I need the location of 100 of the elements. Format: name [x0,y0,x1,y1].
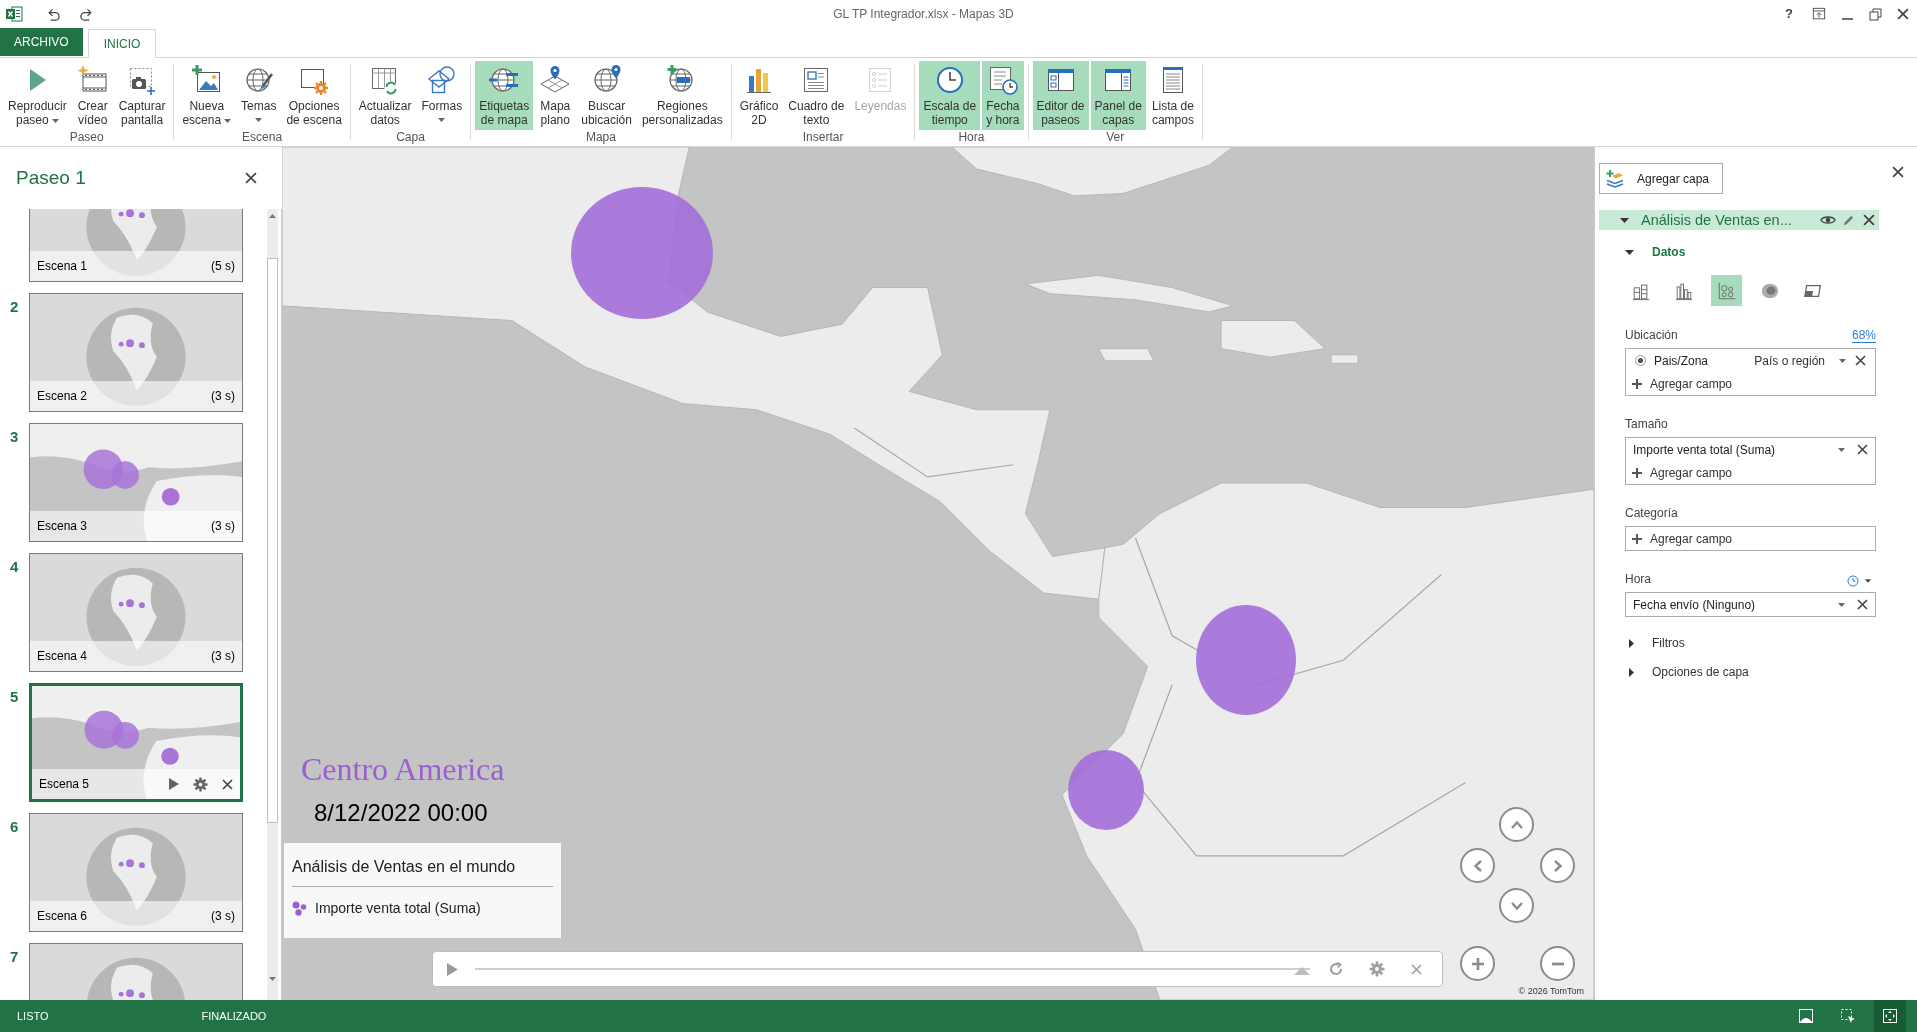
triangle-down-icon[interactable] [1620,217,1629,223]
layer-header[interactable]: Análisis de Ventas en... [1599,210,1879,230]
scene-thumbnail[interactable]: Escena 6 (3 s) [29,813,243,932]
map-attribution: © 2026 TomTom [1518,986,1584,997]
section-toggle[interactable]: Opciones de capa [1625,664,1749,680]
close-icon[interactable] [1897,8,1909,20]
ribbon-button[interactable]: Formas [417,61,467,130]
ribbon-button[interactable]: Editor de paseos [1032,61,1089,130]
ribbon-button[interactable]: Reproducir paseo [4,61,71,130]
ribbon-button[interactable]: Buscar ubicación [577,61,636,130]
clock-icon[interactable] [1847,575,1859,587]
help-button[interactable]: ? [1785,6,1793,22]
redo-icon[interactable] [80,6,95,22]
scrollbar-thumb[interactable] [267,258,278,823]
scene-duration: (3 s) [211,909,235,923]
ribbon-group-label: Insertar [802,130,844,146]
bubble-marker [138,992,145,999]
field-well[interactable]: Fecha envío (Ninguno) [1625,592,1876,617]
view-button[interactable] [1874,1000,1906,1032]
caret-icon[interactable] [1838,602,1845,607]
caret-icon[interactable] [1838,447,1845,452]
add-field-button[interactable]: Agregar campo [1632,465,1733,480]
close-icon[interactable] [1892,166,1904,178]
pencil-icon[interactable] [1842,213,1855,227]
ribbon-tab[interactable]: INICIO [87,29,157,58]
ribbon-button[interactable]: Regiones personalizadas [637,61,727,130]
triangle-up-icon[interactable] [269,214,276,218]
ribbon-button[interactable]: Opciones de escena [282,61,346,130]
ribbon-button[interactable]: Mapa plano [535,61,576,130]
ribbon-button[interactable]: Lista de campos [1147,61,1198,130]
field-name: Fecha envío (Ninguno) [1633,597,1756,612]
ribbon-button[interactable]: Capturar pantalla [114,61,170,130]
ribbon-group-label: Capa [396,130,425,146]
field-well[interactable]: Pais/Zona País o región Agregar campo [1625,348,1876,396]
play-icon[interactable] [447,962,458,976]
section-toggle[interactable]: Datos [1625,244,1686,260]
close-icon[interactable] [222,778,233,790]
plus-icon [1632,533,1642,544]
play-icon[interactable] [169,778,179,790]
scene-duration: (3 s) [211,389,235,403]
ribbon-button[interactable]: Escala de tiempo [919,61,981,130]
bubble-marker [118,861,124,867]
ribbon-button[interactable]: Fecha y hora [982,61,1024,130]
ribbon-display-icon[interactable] [1812,7,1826,21]
restore-icon[interactable] [1869,7,1882,21]
radio-button[interactable] [1635,355,1646,366]
field-well[interactable]: Importe venta total (Suma) Agregar campo [1625,437,1876,485]
island [1330,354,1359,364]
ribbon-group-label: Hora [958,130,985,146]
refresh-icon[interactable] [1328,961,1344,977]
ribbon-button[interactable]: Actualizar datos [354,61,416,130]
scene-number: 5 [10,688,19,705]
ribbon-group-label: Paseo [69,130,104,146]
bubble-marker [138,342,145,349]
triangle-right-icon[interactable] [1629,667,1634,677]
bubble-marker [126,989,134,998]
ribbon-button[interactable]: Panel de capas [1090,61,1146,130]
scene-thumbnail[interactable]: Escena 3 (3 s) [29,423,243,542]
ribbon-button[interactable]: Nueva escena [178,61,236,130]
caret-icon [1839,358,1846,363]
close-icon[interactable] [245,172,257,184]
ribbon-button[interactable]: Cuadro de texto [784,61,849,130]
close-icon[interactable] [1855,355,1866,366]
date-label: 8/12/2022 00:00 [314,798,488,828]
scene-thumbnail[interactable]: Escena 2 (3 s) [29,293,243,412]
triangle-down-icon[interactable] [1625,249,1634,255]
timeline-thumb[interactable] [1293,967,1310,975]
caret-icon[interactable] [1865,579,1871,583]
bubbles-icon [292,900,307,916]
percentage-link[interactable]: 68% [1851,327,1876,343]
add-layer-button[interactable]: Agregar capa [1599,163,1723,194]
map-view[interactable] [282,147,1594,1000]
ribbon-button[interactable]: Gráfico 2D [735,61,783,130]
section-toggle[interactable]: Filtros [1625,635,1685,651]
legend-title: Análisis de Ventas en el mundo [292,857,516,877]
ribbon-button[interactable]: Temas [237,61,281,130]
scene-thumbnail[interactable]: Escena 1 (5 s) [29,209,243,282]
bubble-marker [118,341,124,347]
bubble-marker [138,602,145,609]
type-dropdown[interactable]: País o región [1754,353,1846,368]
ribbon-button[interactable]: Etiquetas de mapa [475,61,534,130]
add-field-button[interactable]: Agregar campo [1632,531,1733,546]
field-well[interactable]: Agregar campo [1625,526,1876,551]
bubble-marker [126,339,134,348]
close-icon[interactable] [1857,444,1868,455]
eye-icon[interactable] [1820,213,1836,227]
close-icon[interactable] [1863,214,1875,226]
plus-icon [1470,956,1485,971]
close-icon[interactable] [1857,599,1868,610]
scene-thumbnail[interactable]: Escena 5 [29,683,243,802]
triangle-right-icon[interactable] [1629,638,1634,648]
spreadsheet-icon[interactable] [6,6,23,22]
gear-icon[interactable] [1369,961,1385,977]
legend-label: Importe venta total (Suma) [315,899,481,917]
gear-icon[interactable] [193,776,208,792]
undo-icon[interactable] [45,6,60,22]
ribbon-tab[interactable]: ARCHIVO [0,28,83,56]
add-field-button[interactable]: Agregar campo [1632,376,1733,391]
scene-thumbnail[interactable]: Escena 4 (3 s) [29,553,243,672]
ribbon-button[interactable]: Crear vídeo [72,61,113,130]
